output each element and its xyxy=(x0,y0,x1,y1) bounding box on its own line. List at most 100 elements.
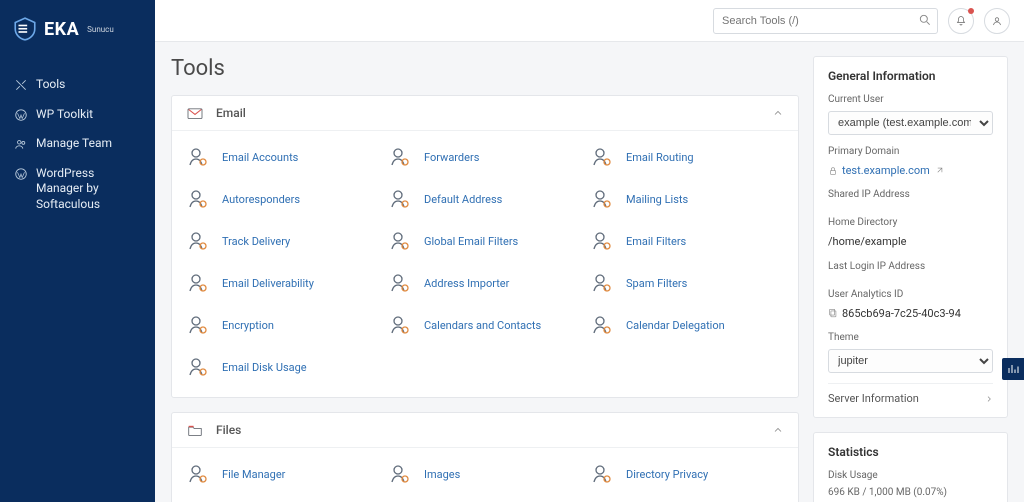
tool-item[interactable]: Disk Usage xyxy=(182,496,384,502)
tools-column: Tools Email Email AccountsForwardersEmai… xyxy=(171,56,799,488)
search-icon xyxy=(918,13,932,27)
chevron-up-icon xyxy=(772,107,784,119)
lock-icon xyxy=(828,166,838,176)
brand-name: EKA xyxy=(44,19,79,40)
tools-icon xyxy=(14,78,28,92)
tool-item[interactable]: Web Disk xyxy=(384,496,586,502)
shared-ip-label: Shared IP Address xyxy=(828,188,993,202)
chevron-right-icon xyxy=(985,393,993,405)
tool-item[interactable]: Email Disk Usage xyxy=(182,347,384,387)
tool-label: Forwarders xyxy=(424,151,479,164)
tool-item[interactable]: Email Accounts xyxy=(182,137,384,177)
chart-icon xyxy=(1007,363,1019,375)
user-icon xyxy=(991,15,1003,27)
brand-sub: Sunucu xyxy=(87,25,114,34)
tool-item[interactable]: Track Delivery xyxy=(182,221,384,261)
tool-item[interactable]: Email Routing xyxy=(586,137,788,177)
tool-item[interactable]: Default Address xyxy=(384,179,586,219)
sidebar-item-label: Manage Team xyxy=(36,136,112,152)
tool-item[interactable]: Images xyxy=(384,454,586,494)
tool-label: Calendar Delegation xyxy=(626,319,725,332)
tool-label: Default Address xyxy=(424,193,502,206)
tool-label: Encryption xyxy=(222,319,274,332)
main: Tools Email Email AccountsForwardersEmai… xyxy=(155,0,1024,502)
tool-label: Email Filters xyxy=(626,235,686,248)
tool-item[interactable]: FTP Accounts xyxy=(586,496,788,502)
tool-item[interactable]: Calendar Delegation xyxy=(586,305,788,345)
tool-item[interactable]: Global Email Filters xyxy=(384,221,586,261)
tool-item[interactable]: Forwarders xyxy=(384,137,586,177)
tool-label: Email Disk Usage xyxy=(222,361,307,374)
tool-item[interactable]: Spam Filters xyxy=(586,263,788,303)
copy-icon xyxy=(828,308,838,318)
chevron-up-icon xyxy=(772,424,784,436)
tool-item[interactable]: Address Importer xyxy=(384,263,586,303)
page-title: Tools xyxy=(171,56,799,81)
panel-header-email[interactable]: Email xyxy=(172,96,798,131)
theme-select[interactable]: jupiter xyxy=(828,349,993,373)
search-wrap xyxy=(713,8,938,34)
tool-label: Global Email Filters xyxy=(424,235,518,248)
last-login-label: Last Login IP Address xyxy=(828,260,993,274)
sidebar-item-tools[interactable]: Tools xyxy=(10,70,145,100)
panel-files: Files File Manager Images Directory Privac… xyxy=(171,412,799,502)
tool-item[interactable]: Email Filters xyxy=(586,221,788,261)
tool-label: Email Routing xyxy=(626,151,694,164)
statistics-panel: Statistics Disk Usage 696 KB / 1,000 MB … xyxy=(813,432,1008,502)
home-dir-label: Home Directory xyxy=(828,216,993,230)
bell-icon xyxy=(955,15,967,27)
tool-item[interactable]: Directory Privacy xyxy=(586,454,788,494)
tool-label: Calendars and Contacts xyxy=(424,319,541,332)
theme-label: Theme xyxy=(828,331,993,345)
files-tool-grid: File Manager Images Directory Privacy Disk … xyxy=(172,448,798,502)
tool-item[interactable]: Mailing Lists xyxy=(586,179,788,219)
stats-float-button[interactable] xyxy=(1002,358,1024,380)
tool-label: Email Deliverability xyxy=(222,277,314,290)
tool-item[interactable]: Email Deliverability xyxy=(182,263,384,303)
tool-item[interactable]: Autoresponders xyxy=(182,179,384,219)
panel-title: Files xyxy=(216,423,241,437)
sidebar-item-wp-toolkit[interactable]: WP Toolkit xyxy=(10,100,145,130)
sidebar: EKA Sunucu Tools WP Toolkit Manage Team … xyxy=(0,0,155,502)
topbar xyxy=(155,0,1024,42)
sidebar-item-label: WordPress Manager by Softaculous xyxy=(36,166,141,213)
tool-item[interactable]: Encryption xyxy=(182,305,384,345)
analytics-label: User Analytics ID xyxy=(828,288,993,302)
info-column: General Information Current User example… xyxy=(813,56,1008,488)
sidebar-item-label: WP Toolkit xyxy=(36,107,93,123)
content: Tools Email Email AccountsForwardersEmai… xyxy=(155,42,1024,502)
tool-label: Track Delivery xyxy=(222,235,290,248)
disk-usage-value: 696 KB / 1,000 MB (0.07%) xyxy=(828,487,993,498)
user-menu-button[interactable] xyxy=(984,8,1010,34)
panel-email: Email Email Accounts Forwarders Email Rout… xyxy=(171,95,799,398)
stats-title: Statistics xyxy=(828,445,993,459)
current-user-select[interactable]: example (test.example.com) xyxy=(828,111,993,135)
server-information-link[interactable]: Server Information xyxy=(828,383,993,405)
notifications-button[interactable] xyxy=(948,8,974,34)
panel-title: Email xyxy=(216,106,246,120)
general-info-panel: General Information Current User example… xyxy=(813,56,1008,418)
analytics-id-value: 865cb69a-7c25-40c3-94 xyxy=(842,306,961,321)
current-user-label: Current User xyxy=(828,93,993,107)
primary-domain-label: Primary Domain xyxy=(828,145,993,159)
tool-label: Images xyxy=(424,468,460,481)
info-title: General Information xyxy=(828,69,993,83)
search-input[interactable] xyxy=(713,8,938,34)
tool-label: Spam Filters xyxy=(626,277,687,290)
tool-label: Address Importer xyxy=(424,277,509,290)
tool-item[interactable]: File Manager xyxy=(182,454,384,494)
tool-item[interactable]: Calendars and Contacts xyxy=(384,305,586,345)
home-dir-value: /home/example xyxy=(828,234,993,249)
sidebar-item-wp-manager[interactable]: WordPress Manager by Softaculous xyxy=(10,159,145,220)
folder-icon xyxy=(186,423,204,437)
tool-label: Mailing Lists xyxy=(626,193,688,206)
tool-label: Directory Privacy xyxy=(626,468,708,481)
disk-usage-label: Disk Usage xyxy=(828,469,993,483)
tool-label: Autoresponders xyxy=(222,193,300,206)
primary-domain-link[interactable]: test.example.com xyxy=(842,163,930,178)
tool-label: Email Accounts xyxy=(222,151,298,164)
sidebar-item-manage-team[interactable]: Manage Team xyxy=(10,129,145,159)
panel-header-files[interactable]: Files xyxy=(172,413,798,448)
mail-icon xyxy=(186,106,204,120)
sidebar-item-label: Tools xyxy=(36,77,65,93)
